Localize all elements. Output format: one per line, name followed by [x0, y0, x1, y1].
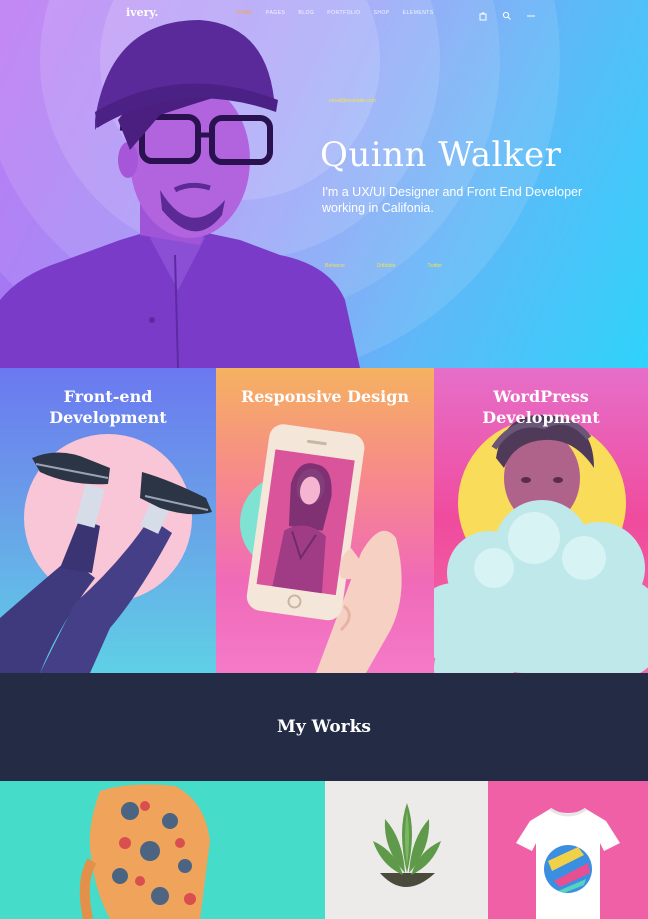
- hero-subtitle: I'm a UX/UI Designer and Front End Devel…: [322, 185, 583, 215]
- hero-name: Quinn Walker: [320, 135, 562, 175]
- hero-section: ivery. Home Pages Blog Portfolio Shop El…: [0, 0, 648, 368]
- portfolio-image-tshirt: [516, 807, 620, 919]
- main-menu: Home Pages Blog Portfolio Shop Elements: [236, 10, 434, 16]
- responsive-illustration: [240, 424, 402, 673]
- menu-item-blog[interactable]: Blog: [298, 10, 314, 16]
- hero-email-link[interactable]: email@example.com: [329, 98, 376, 104]
- menu-item-pages[interactable]: Pages: [266, 10, 285, 16]
- menu-item-home[interactable]: Home: [236, 10, 253, 16]
- works-section: My Works: [0, 673, 648, 781]
- service-title: WordPress Development: [482, 387, 600, 427]
- portfolio-item[interactable]: [325, 781, 488, 919]
- menu-icon[interactable]: [526, 8, 536, 18]
- service-card-responsive[interactable]: Responsive Design: [216, 368, 434, 673]
- menu-item-portfolio[interactable]: Portfolio: [327, 10, 360, 16]
- search-icon[interactable]: [502, 8, 512, 20]
- portfolio-item[interactable]: [488, 781, 648, 919]
- menu-item-shop[interactable]: Shop: [374, 10, 390, 16]
- portfolio-image-plant: [373, 803, 441, 887]
- service-card-frontend[interactable]: Front-end Development: [0, 368, 216, 673]
- social-links: Behance Dribbble Twitter: [325, 263, 442, 269]
- cart-icon[interactable]: [478, 8, 488, 21]
- social-link-twitter[interactable]: Twitter: [427, 263, 442, 269]
- portfolio-image-shirt-person: [79, 784, 210, 919]
- social-link-behance[interactable]: Behance: [325, 263, 345, 269]
- top-navigation: ivery. Home Pages Blog Portfolio Shop El…: [0, 0, 648, 28]
- social-link-dribbble[interactable]: Dribbble: [377, 263, 396, 269]
- site-logo[interactable]: ivery.: [126, 6, 158, 19]
- portfolio-item[interactable]: [0, 781, 325, 919]
- nav-icons: [478, 8, 536, 21]
- service-title: Front-end Development: [49, 387, 167, 427]
- works-title: My Works: [277, 717, 371, 737]
- service-title: Responsive Design: [240, 387, 410, 406]
- service-card-wordpress[interactable]: WordPress Development: [434, 368, 648, 673]
- menu-item-elements[interactable]: Elements: [403, 10, 434, 16]
